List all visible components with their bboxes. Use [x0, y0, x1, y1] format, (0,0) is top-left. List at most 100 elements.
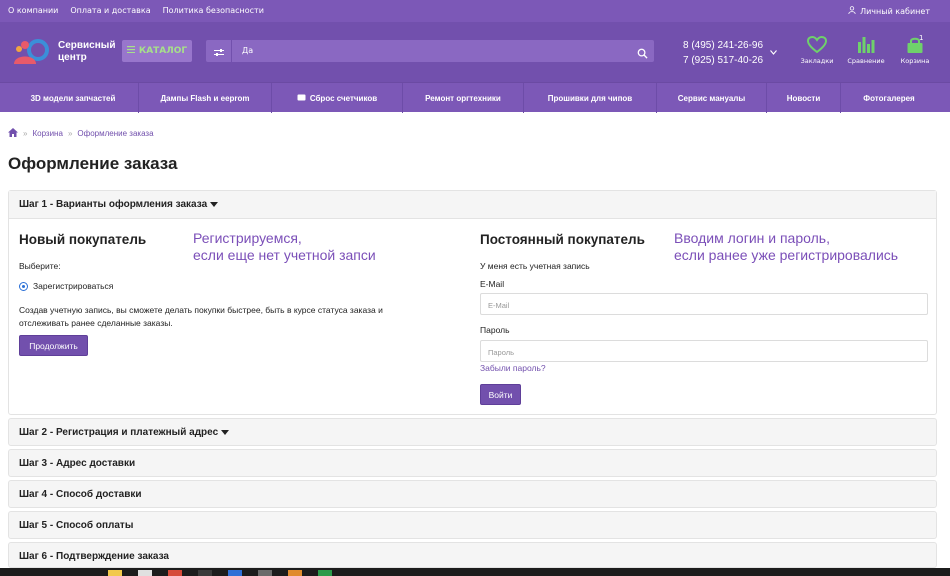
logo-line-2: центр [58, 52, 87, 63]
nav-item-counter-reset[interactable]: Сброс счетчиков [272, 83, 403, 113]
step-5-header[interactable]: Шаг 5 - Способ оплаты [8, 511, 937, 539]
step-4-header[interactable]: Шаг 4 - Способ доставки [8, 480, 937, 508]
description-line: Создав учетную запись, вы сможете делать… [19, 305, 383, 315]
taskbar-browser-icon[interactable] [168, 570, 182, 576]
taskbar-terminal-icon[interactable] [198, 570, 212, 576]
top-utility-bar: О компании Оплата и доставка Политика бе… [0, 0, 950, 22]
nav-item-firmware[interactable]: Прошивки для чипов [524, 83, 657, 113]
taskbar-app4-icon[interactable] [318, 570, 332, 576]
annotation-line: Регистрируемся, [193, 230, 302, 246]
nav-item-news[interactable]: Новости [767, 83, 841, 113]
search-button[interactable] [637, 44, 648, 63]
nav-label: Дампы Flash и eeprom [160, 93, 250, 103]
bookmarks-button[interactable]: Закладки [797, 36, 837, 65]
step-3-title: Шаг 3 - Адрес доставки [19, 458, 136, 469]
nav-label: Фотогалерея [863, 93, 915, 103]
nav-item-repair[interactable]: Ремонт оргтехники [403, 83, 524, 113]
phone-block: 8 (495) 241-26-96 7 (925) 517-40-26 [683, 38, 763, 68]
compare-button[interactable]: Сравнение [846, 36, 886, 65]
phone-2[interactable]: 7 (925) 517-40-26 [683, 53, 763, 68]
catalog-button[interactable]: КАТАЛОГ [122, 40, 192, 62]
nav-item-gallery[interactable]: Фотогалерея [841, 83, 937, 113]
taskbar-folder-icon[interactable] [108, 570, 122, 576]
nav-label: Прошивки для чипов [547, 93, 633, 103]
page-title: Оформление заказа [8, 154, 178, 173]
breadcrumb-checkout[interactable]: Оформление заказа [77, 129, 153, 138]
caret-down-icon [209, 199, 218, 210]
cart-button[interactable]: 1 Корзина [895, 34, 935, 65]
top-link-privacy[interactable]: Политика безопасности [163, 6, 264, 15]
cart-count-badge: 1 [919, 34, 924, 42]
search-filter-button[interactable] [206, 40, 232, 62]
nav-label: Ремонт оргтехники [425, 93, 501, 103]
top-link-about[interactable]: О компании [8, 6, 58, 15]
step-6-title: Шаг 6 - Подтверждение заказа [19, 551, 169, 562]
taskbar-app3-icon[interactable] [288, 570, 302, 576]
breadcrumb-cart[interactable]: Корзина [32, 129, 62, 138]
taskbar-app-icon[interactable] [138, 570, 152, 576]
nav-label: Сервис мануалы [677, 93, 746, 103]
annotation-line: если ранее уже регистрировались [674, 247, 899, 263]
returning-customer-annotation: Вводим логин и пароль, если ранее уже ре… [674, 230, 898, 264]
step-1-header[interactable]: Шаг 1 - Варианты оформления заказа [9, 191, 936, 219]
cart-label: Корзина [900, 57, 930, 65]
register-description: Создав учетную запись, вы сможете делать… [19, 304, 383, 330]
site-header: Сервисный центр КАТАЛОГ Да 8 (495) 241-2… [0, 22, 950, 82]
annotation-line: Вводим логин и пароль, [674, 230, 830, 246]
step-4-title: Шаг 4 - Способ доставки [19, 489, 142, 500]
breadcrumb-separator: » [23, 129, 28, 138]
caret-down-icon [220, 427, 229, 438]
step-5-title: Шаг 5 - Способ оплаты [19, 520, 134, 531]
password-label: Пароль [480, 325, 510, 335]
home-icon[interactable] [8, 128, 18, 139]
forgot-password-link[interactable]: Забыли пароль? [480, 363, 546, 373]
logo-text: Сервисный центр [58, 40, 115, 64]
menu-icon [126, 46, 135, 56]
compare-label: Сравнение [847, 57, 885, 65]
have-account-label: У меня есть учетная запись [480, 261, 590, 271]
returning-customer-title: Постоянный покупатель [480, 232, 645, 247]
nav-item-dumps[interactable]: Дампы Flash и eeprom [139, 83, 272, 113]
password-field[interactable]: Пароль [480, 340, 928, 362]
account-link[interactable]: Личный кабинет [848, 6, 930, 16]
taskbar-doc-icon[interactable] [228, 570, 242, 576]
email-field[interactable]: E-Mail [480, 293, 928, 315]
bar-chart-icon [846, 36, 886, 54]
heart-icon [797, 36, 837, 54]
sliders-icon [213, 42, 224, 61]
bookmarks-label: Закладки [800, 57, 834, 65]
new-customer-title: Новый покупатель [19, 232, 147, 247]
step-2-header[interactable]: Шаг 2 - Регистрация и платежный адрес [8, 418, 937, 446]
breadcrumb: » Корзина » Оформление заказа [8, 128, 154, 139]
login-button[interactable]: Войти [480, 384, 521, 405]
annotation-line: если еще нет учетной запси [193, 247, 376, 263]
nav-label: Сброс счетчиков [309, 93, 378, 103]
nav-label: Новости [786, 93, 821, 103]
site-logo[interactable]: Сервисный центр [8, 36, 115, 68]
register-radio-label[interactable]: Зарегистрироваться [33, 281, 113, 291]
logo-mark-icon [8, 36, 52, 68]
register-radio[interactable] [19, 282, 28, 291]
account-label: Личный кабинет [860, 6, 930, 16]
step-3-header[interactable]: Шаг 3 - Адрес доставки [8, 449, 937, 477]
search-bar: Да [206, 40, 654, 62]
step-1-title: Шаг 1 - Варианты оформления заказа [19, 199, 208, 210]
counter-icon [297, 94, 306, 103]
search-input[interactable]: Да [242, 46, 253, 55]
logo-line-1: Сервисный [58, 40, 116, 51]
step-2-title: Шаг 2 - Регистрация и платежный адрес [19, 427, 219, 438]
continue-button[interactable]: Продолжить [19, 335, 88, 356]
search-icon [637, 44, 648, 63]
phone-dropdown-chevron-icon[interactable] [770, 48, 777, 57]
phone-1[interactable]: 8 (495) 241-26-96 [683, 38, 763, 53]
catalog-label: КАТАЛОГ [138, 46, 188, 56]
top-link-payment[interactable]: Оплата и доставка [70, 6, 150, 15]
user-icon [848, 6, 856, 16]
step-1-panel: Шаг 1 - Варианты оформления заказа Новый… [8, 190, 937, 415]
breadcrumb-separator: » [67, 129, 73, 138]
nav-item-service-manuals[interactable]: Сервис мануалы [657, 83, 767, 113]
nav-item-3d-models[interactable]: 3D модели запчастей [8, 83, 139, 113]
main-nav: 3D модели запчастей Дампы Flash и eeprom… [0, 82, 950, 113]
taskbar-app2-icon[interactable] [258, 570, 272, 576]
step-6-header[interactable]: Шаг 6 - Подтверждение заказа [8, 542, 937, 568]
